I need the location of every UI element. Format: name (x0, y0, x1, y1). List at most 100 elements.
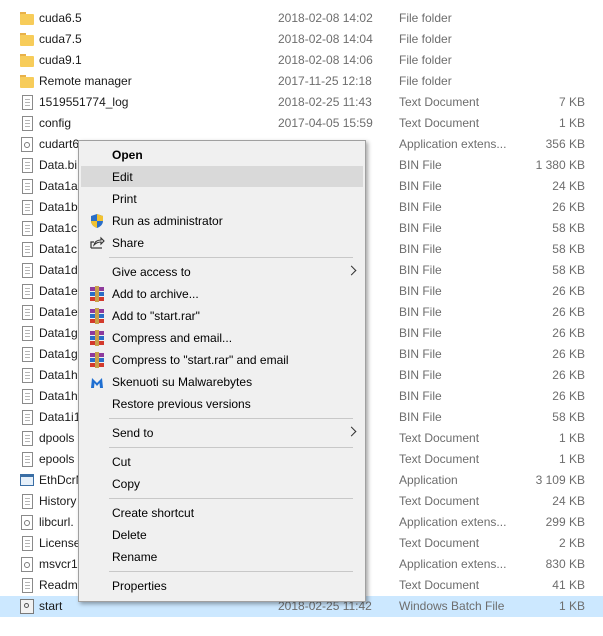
file-size: 26 KB (552, 389, 585, 403)
winrar-icon (89, 308, 105, 324)
file-type: Text Document (399, 452, 480, 466)
winrar-icon (89, 352, 105, 368)
batch-file-icon (20, 599, 34, 614)
file-name: Data1g (39, 347, 78, 361)
file-size: 58 KB (552, 263, 585, 277)
menu-item-label: Add to "start.rar" (112, 309, 200, 323)
menu-item-run-as-administrator[interactable]: Run as administrator (81, 210, 363, 231)
chevron-right-icon (346, 265, 357, 276)
file-date: 2018-02-08 14:06 (278, 53, 373, 67)
file-date: 2017-04-05 15:59 (278, 116, 373, 130)
menu-item-label: Compress and email... (112, 331, 233, 345)
file-name: Data1h (39, 368, 78, 382)
menu-item-compress-to-start-rar-and-email[interactable]: Compress to "start.rar" and email (81, 349, 363, 370)
file-type: Application extens... (399, 557, 507, 571)
file-size: 1 KB (558, 431, 585, 445)
text-document-icon (22, 116, 33, 131)
menu-item-label: Rename (112, 550, 158, 564)
file-size: 356 KB (545, 137, 585, 151)
menu-item-print[interactable]: Print (81, 188, 363, 209)
winrar-icon (89, 330, 105, 346)
file-row[interactable]: cuda7.5 2018-02-08 14:04 File folder (0, 29, 603, 50)
file-name: 1519551774_log (39, 95, 129, 109)
file-date: 2017-11-25 12:18 (278, 74, 372, 88)
menu-item-label: Run as administrator (112, 214, 223, 228)
text-document-icon (22, 305, 33, 320)
menu-item-create-shortcut[interactable]: Create shortcut (81, 502, 363, 523)
menu-separator (109, 257, 353, 258)
file-type: BIN File (399, 284, 442, 298)
file-type: Text Document (399, 494, 480, 508)
menu-item-rename[interactable]: Rename (81, 546, 363, 567)
menu-item-label: Give access to (112, 265, 191, 279)
file-name: config (39, 116, 72, 130)
menu-item-add-to-archive[interactable]: Add to archive... (81, 283, 363, 304)
file-row[interactable]: cuda6.5 2018-02-08 14:02 File folder (0, 8, 603, 29)
text-document-icon (22, 389, 33, 404)
winrar-icon (89, 286, 105, 302)
text-document-icon (22, 494, 33, 509)
file-name: msvcr1 (39, 557, 78, 571)
menu-item-skenuoti-su-malwarebytes[interactable]: Skenuoti su Malwarebytes (81, 371, 363, 392)
extension-file-icon (21, 137, 33, 152)
text-document-icon (22, 536, 33, 551)
folder-icon (20, 74, 34, 89)
file-name: cuda9.1 (39, 53, 82, 67)
menu-item-restore-previous-versions[interactable]: Restore previous versions (81, 393, 363, 414)
folder-icon (20, 32, 34, 47)
file-size: 26 KB (552, 347, 585, 361)
file-type: BIN File (399, 221, 442, 235)
menu-item-open[interactable]: Open (81, 144, 363, 165)
file-row[interactable]: Remote manager 2017-11-25 12:18 File folde… (0, 71, 603, 92)
menu-item-send-to[interactable]: Send to (81, 422, 363, 443)
file-size: 24 KB (552, 179, 585, 193)
file-size: 1 KB (558, 599, 585, 613)
menu-separator (109, 447, 353, 448)
text-document-icon (22, 242, 33, 257)
menu-item-label: Send to (112, 426, 154, 440)
menu-item-compress-and-email[interactable]: Compress and email... (81, 327, 363, 348)
file-size: 41 KB (552, 578, 585, 592)
file-size: 58 KB (552, 221, 585, 235)
extension-file-icon (21, 515, 33, 530)
file-name: Data.bi (39, 158, 78, 172)
file-size: 26 KB (552, 368, 585, 382)
menu-item-cut[interactable]: Cut (81, 451, 363, 472)
file-name: cuda7.5 (39, 32, 82, 46)
menu-item-label: Skenuoti su Malwarebytes (112, 375, 253, 389)
text-document-icon (22, 368, 33, 383)
extension-file-icon (21, 557, 33, 572)
menu-item-copy[interactable]: Copy (81, 473, 363, 494)
file-name: Data1a (39, 179, 78, 193)
menu-item-give-access-to[interactable]: Give access to (81, 261, 363, 282)
file-size: 1 KB (558, 452, 585, 466)
file-size: 1 KB (558, 116, 585, 130)
file-size: 26 KB (552, 326, 585, 340)
file-name: dpools (39, 431, 75, 445)
menu-item-properties[interactable]: Properties (81, 575, 363, 596)
menu-separator (109, 498, 353, 499)
menu-separator (109, 571, 353, 572)
file-size: 7 KB (558, 95, 585, 109)
menu-item-label: Compress to "start.rar" and email (112, 353, 289, 367)
shield-icon (89, 213, 105, 229)
file-row[interactable]: cuda9.1 2018-02-08 14:06 File folder (0, 50, 603, 71)
file-row[interactable]: 1519551774_log 2018-02-25 11:43 Text Docum… (0, 92, 603, 113)
malwarebytes-icon (89, 374, 105, 390)
file-row[interactable]: config 2017-04-05 15:59 Text Document 1 KB (0, 113, 603, 134)
menu-item-label: Edit (112, 170, 133, 184)
file-size: 24 KB (552, 494, 585, 508)
file-type: Text Document (399, 95, 480, 109)
text-document-icon (22, 452, 33, 467)
file-size: 2 KB (558, 536, 585, 550)
file-type: File folder (399, 53, 452, 67)
menu-item-share[interactable]: Share (81, 232, 363, 253)
file-type: Windows Batch File (399, 599, 505, 613)
menu-item-delete[interactable]: Delete (81, 524, 363, 545)
file-name: cudart6 (39, 137, 80, 151)
menu-item-add-to-start-rar[interactable]: Add to "start.rar" (81, 305, 363, 326)
menu-item-edit[interactable]: Edit (81, 166, 363, 187)
menu-item-label: Copy (112, 477, 141, 491)
file-type: Application (399, 473, 458, 487)
text-document-icon (22, 158, 33, 173)
